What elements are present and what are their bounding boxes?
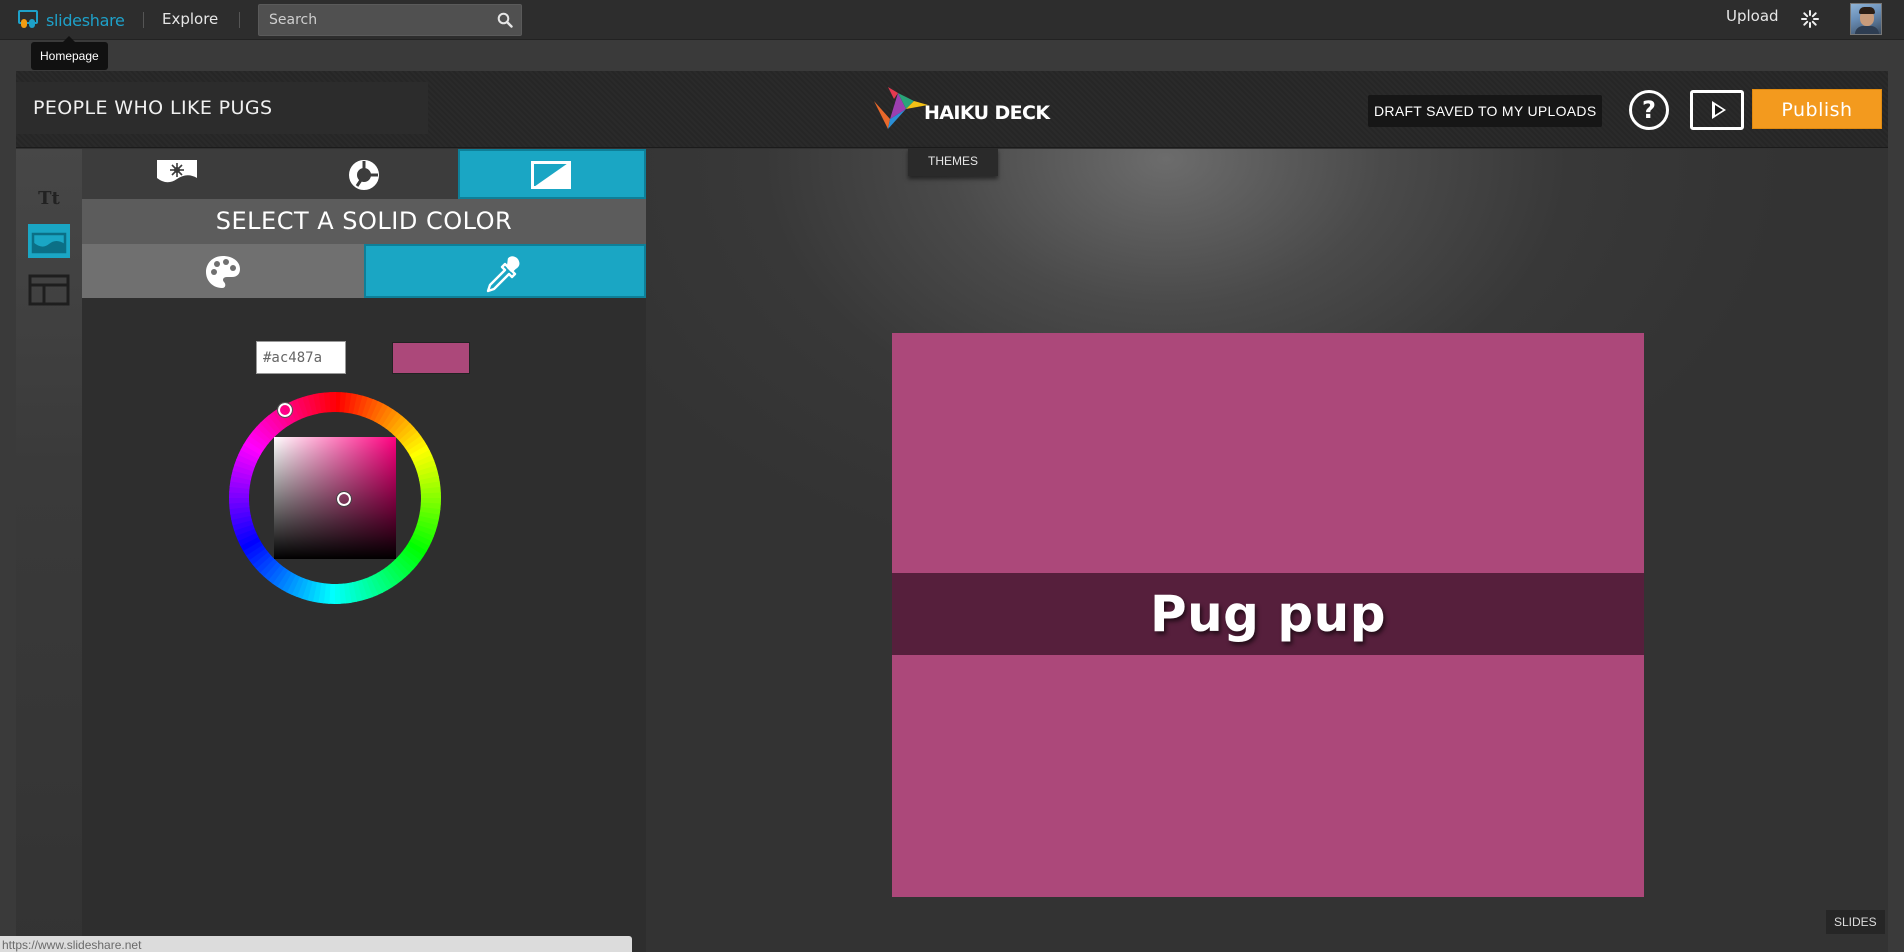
avatar[interactable]: [1850, 3, 1882, 35]
solid-color-icon: [531, 161, 571, 189]
haiku-deck-logo-text: HAIKU DECK: [924, 102, 1050, 124]
slideshare-logo[interactable]: slideshare: [16, 6, 125, 34]
background-tool-button[interactable]: [28, 224, 70, 258]
text-tool-button[interactable]: Tt: [28, 179, 70, 213]
deck-title-field[interactable]: PEOPLE WHO LIKE PUGS: [16, 82, 428, 134]
color-wheel[interactable]: [224, 387, 446, 609]
slides-button[interactable]: SLIDES: [1826, 910, 1885, 934]
slide-stage: Pug pup: [646, 149, 1888, 952]
color-wheel-picker[interactable]: [224, 387, 446, 609]
side-toolbar: Tt: [16, 149, 82, 952]
search-input[interactable]: [259, 5, 489, 35]
background-tabs: [82, 149, 646, 199]
divider: [239, 12, 240, 28]
play-button[interactable]: [1690, 90, 1744, 130]
hex-color-input[interactable]: [256, 341, 346, 374]
divider: [143, 12, 144, 28]
editor-header: PEOPLE WHO LIKE PUGS HAIKU DECK DRAFT SA…: [16, 71, 1888, 148]
tab-image-background[interactable]: [82, 149, 270, 199]
slide-canvas[interactable]: Pug pup: [892, 333, 1644, 897]
text-tool-icon: Tt: [38, 188, 60, 209]
tab-chart-background[interactable]: [270, 149, 458, 199]
search-box: [258, 4, 522, 36]
layout-tool-button[interactable]: [28, 273, 70, 307]
background-image-icon: [28, 224, 70, 258]
draft-status-badge: DRAFT SAVED TO MY UPLOADS: [1368, 95, 1603, 127]
palette-tab[interactable]: [82, 244, 364, 298]
status-bar-url: https://www.slideshare.net: [0, 936, 632, 952]
upload-link[interactable]: Upload: [1726, 7, 1779, 25]
slideshare-top-bar: slideshare Explore Upload: [0, 0, 1904, 40]
palette-icon: [206, 256, 240, 288]
publish-button[interactable]: Publish: [1752, 89, 1882, 129]
eyedropper-tab[interactable]: [364, 244, 646, 298]
slide-title-band: Pug pup: [892, 573, 1644, 655]
panel-heading: SELECT A SOLID COLOR: [82, 199, 646, 244]
haiku-deck-editor: PEOPLE WHO LIKE PUGS HAIKU DECK DRAFT SA…: [16, 71, 1888, 952]
search-icon[interactable]: [497, 12, 513, 28]
crane-logo-icon: [874, 87, 928, 129]
layout-icon: [28, 274, 70, 306]
slide-title[interactable]: Pug pup: [1150, 585, 1386, 643]
help-button[interactable]: ?: [1629, 90, 1669, 130]
background-panel: SELECT A SOLID COLOR: [82, 149, 646, 952]
haiku-deck-logo: HAIKU DECK: [870, 79, 1050, 133]
tab-solid-color[interactable]: [458, 149, 646, 199]
themes-tab[interactable]: THEMES: [908, 148, 998, 176]
slideshare-logo-icon: [16, 7, 42, 33]
chart-icon: [349, 160, 379, 190]
activity-icon[interactable]: [1800, 9, 1820, 29]
eyedropper-icon: [486, 256, 520, 293]
selected-color-swatch: [392, 342, 470, 374]
explore-link[interactable]: Explore: [162, 10, 218, 28]
image-icon: [157, 160, 197, 188]
homepage-tooltip: Homepage: [31, 36, 108, 70]
slideshare-logo-text: slideshare: [46, 10, 125, 30]
